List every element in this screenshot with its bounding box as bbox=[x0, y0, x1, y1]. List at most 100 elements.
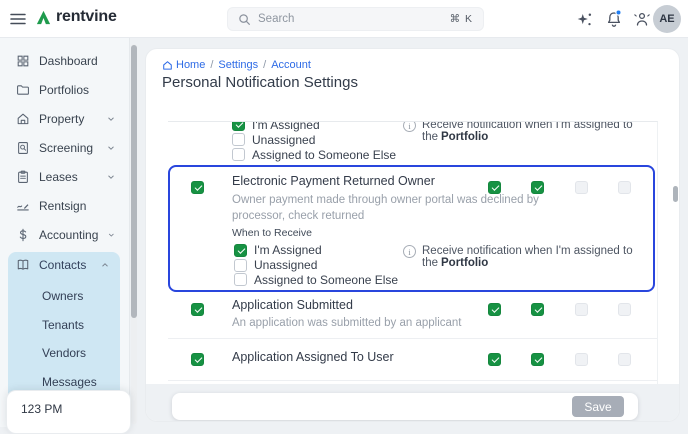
notification-title: Electronic Payment Returned Owner bbox=[232, 174, 435, 188]
logo-text: rentvine bbox=[56, 8, 117, 26]
checkbox-unassigned[interactable] bbox=[234, 259, 247, 272]
chevron-down-icon bbox=[106, 172, 116, 182]
channel-checkbox-2[interactable] bbox=[531, 181, 544, 194]
sidebar-item-owners[interactable]: Owners bbox=[8, 282, 120, 311]
sidebar-item-property[interactable]: Property bbox=[0, 104, 129, 133]
clipboard-icon bbox=[16, 170, 30, 184]
master-checkbox[interactable] bbox=[191, 353, 204, 366]
sidebar-item-label: Leases bbox=[39, 170, 97, 184]
channel-checkbox-1[interactable] bbox=[488, 353, 501, 366]
company-switcher[interactable]: 123 PM bbox=[6, 390, 131, 434]
sidebar-item-label: Screening bbox=[39, 141, 97, 155]
channel-checkbox-1[interactable] bbox=[488, 181, 501, 194]
notification-dot bbox=[616, 10, 621, 15]
info-icon: i bbox=[403, 121, 416, 132]
home-icon bbox=[162, 60, 173, 71]
checkbox-assigned-someone-else[interactable] bbox=[232, 148, 245, 161]
option-label: Unassigned bbox=[252, 133, 315, 147]
rentvine-logo[interactable]: rentvine bbox=[35, 8, 117, 26]
sidebar-item-leases[interactable]: Leases bbox=[0, 162, 129, 191]
channel-checkbox-2[interactable] bbox=[531, 303, 544, 316]
sidebar-item-rentsign[interactable]: Rentsign bbox=[0, 191, 129, 220]
when-to-receive-options: I'm Assigned Unassigned Assigned to Some… bbox=[234, 243, 398, 287]
breadcrumb-separator: / bbox=[263, 59, 266, 71]
channel-checkbox-3[interactable] bbox=[575, 303, 588, 316]
chevron-up-icon bbox=[100, 260, 110, 270]
avatar-initials: AE bbox=[659, 13, 674, 25]
list-scrollbar-thumb[interactable] bbox=[673, 186, 678, 202]
page-scrollbar-thumb[interactable] bbox=[131, 45, 137, 318]
sidebar-item-dashboard[interactable]: Dashboard bbox=[0, 46, 129, 75]
notification-row: Application Assigned To User bbox=[168, 339, 658, 381]
sparkles-icon[interactable] bbox=[576, 10, 594, 28]
channel-checkbox-1[interactable] bbox=[488, 303, 501, 316]
checkbox-im-assigned[interactable] bbox=[232, 121, 245, 131]
sidebar-item-portfolios[interactable]: Portfolios bbox=[0, 75, 129, 104]
checkbox-unassigned[interactable] bbox=[232, 133, 245, 146]
menu-icon[interactable] bbox=[9, 10, 27, 28]
sidebar-item-label: Dashboard bbox=[39, 54, 116, 68]
breadcrumb-settings[interactable]: Settings bbox=[218, 59, 258, 71]
checkbox-im-assigned[interactable] bbox=[234, 244, 247, 257]
info-note: i Receive notification when I'm assigned… bbox=[403, 245, 653, 269]
notification-row-partial: I'm Assigned Unassigned Assigned to Some… bbox=[232, 121, 396, 162]
breadcrumb-separator: / bbox=[210, 59, 213, 71]
master-checkbox[interactable] bbox=[191, 303, 204, 316]
notification-description: Owner payment made through owner portal … bbox=[232, 193, 554, 224]
main-panel: Home / Settings / Account Personal Notif… bbox=[145, 48, 680, 422]
channel-checkbox-4[interactable] bbox=[618, 353, 631, 366]
search-shortcut: ⌘ K bbox=[450, 13, 473, 25]
footer-bar: Save bbox=[172, 393, 638, 420]
sidebar-item-contacts[interactable]: Contacts bbox=[8, 252, 120, 278]
sidebar-item-vendors[interactable]: Vendors bbox=[8, 339, 120, 368]
option-label: Unassigned bbox=[254, 258, 317, 272]
channel-checkbox-3[interactable] bbox=[575, 353, 588, 366]
avatar[interactable]: AE bbox=[653, 5, 681, 33]
user-voice-icon[interactable] bbox=[633, 10, 651, 28]
option-row: I'm Assigned bbox=[232, 121, 396, 132]
channel-checkbox-4[interactable] bbox=[618, 303, 631, 316]
chevron-down-icon bbox=[107, 230, 116, 240]
breadcrumb-account[interactable]: Account bbox=[271, 59, 311, 71]
notifications-bell-icon[interactable] bbox=[605, 10, 623, 28]
topbar: rentvine Search ⌘ K AE bbox=[0, 0, 688, 38]
channel-checkbox-4[interactable] bbox=[618, 181, 631, 194]
chevron-down-icon bbox=[106, 114, 116, 124]
channel-checkbox-2[interactable] bbox=[531, 353, 544, 366]
rentvine-logo-icon bbox=[35, 9, 52, 26]
screening-icon bbox=[16, 141, 30, 155]
page-scrollbar bbox=[131, 44, 137, 424]
option-row: Unassigned bbox=[232, 132, 396, 147]
sidebar-item-tenants[interactable]: Tenants bbox=[8, 311, 120, 340]
breadcrumb: Home / Settings / Account bbox=[162, 59, 311, 71]
notification-title: Application Submitted bbox=[232, 298, 353, 312]
page-title: Personal Notification Settings bbox=[162, 74, 358, 91]
breadcrumb-home[interactable]: Home bbox=[162, 59, 205, 71]
option-label: Assigned to Someone Else bbox=[254, 273, 398, 287]
channel-checkbox-3[interactable] bbox=[575, 181, 588, 194]
option-label: I'm Assigned bbox=[252, 121, 320, 132]
sidebar-item-accounting[interactable]: Accounting bbox=[0, 220, 129, 249]
notification-list: I'm Assigned Unassigned Assigned to Some… bbox=[168, 121, 658, 384]
company-label: 123 PM bbox=[21, 402, 62, 416]
info-icon: i bbox=[403, 245, 416, 258]
notification-row: Application Submitted An application was… bbox=[168, 293, 658, 339]
save-button[interactable]: Save bbox=[572, 396, 624, 417]
search-placeholder: Search bbox=[258, 13, 443, 25]
option-row: Assigned to Someone Else bbox=[234, 272, 398, 287]
notification-title: Application Assigned To User bbox=[232, 350, 394, 364]
signature-icon bbox=[16, 199, 30, 213]
sidebar-item-label: Accounting bbox=[39, 228, 98, 242]
notification-row-highlighted: Electronic Payment Returned Owner Owner … bbox=[168, 165, 655, 292]
sidebar-item-label: Portfolios bbox=[39, 83, 116, 97]
search-input[interactable]: Search ⌘ K bbox=[227, 7, 484, 31]
folder-icon bbox=[16, 83, 30, 97]
checkbox-assigned-someone-else[interactable] bbox=[234, 273, 247, 286]
sidebar-item-screening[interactable]: Screening bbox=[0, 133, 129, 162]
book-icon bbox=[16, 258, 30, 272]
sidebar: Dashboard Portfolios Property Screening bbox=[0, 38, 130, 427]
info-note: i Receive notification when I'm assigned… bbox=[403, 121, 657, 143]
dashboard-icon bbox=[16, 54, 30, 68]
option-row: Unassigned bbox=[234, 258, 398, 273]
master-checkbox[interactable] bbox=[191, 181, 204, 194]
